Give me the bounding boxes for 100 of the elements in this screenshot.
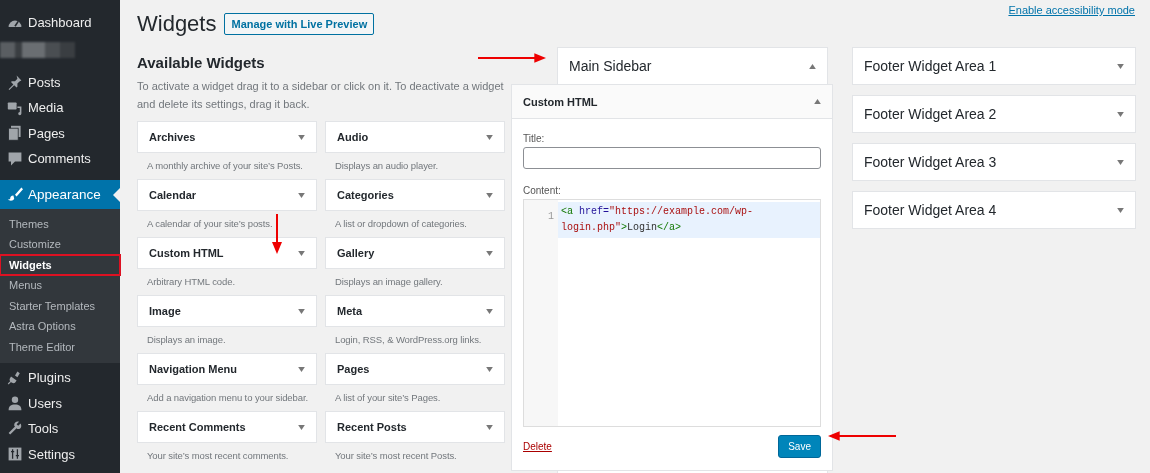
widget-description: A calendar of your site’s posts. [146, 217, 274, 229]
caret-icon[interactable] [814, 99, 821, 104]
widget-card[interactable]: Image [137, 295, 317, 327]
menu-item[interactable]: Pages [0, 120, 120, 146]
annotation-arrow [478, 53, 546, 63]
widget-area-title: Footer Widget Area 1 [864, 58, 997, 74]
wrench-icon [7, 420, 23, 437]
widget-card[interactable]: Custom HTML [137, 237, 317, 269]
menu-item[interactable]: Tools [0, 416, 120, 442]
menu-item[interactable]: Posts [0, 69, 120, 95]
field-label: Content: [523, 185, 562, 196]
caret-icon [298, 250, 305, 256]
widget-card[interactable]: Audio [325, 121, 505, 153]
widget-card[interactable]: Categories [325, 179, 505, 211]
code-editor[interactable]: 1 <a href="https://example.com/wp-login.php">Login</a> [523, 199, 821, 427]
widget-title: Meta [337, 305, 363, 317]
section-description: To activate a widget drag it to a sidebar or click on it. To deactivate a widget and delete its settings, drag it back. [137, 79, 505, 112]
menu-item[interactable]: Appearance [0, 179, 120, 209]
submenu-item[interactable]: Menus [0, 275, 120, 296]
widget-card[interactable]: Gallery [325, 237, 505, 269]
widget-title: Image [149, 305, 181, 317]
caret-icon [486, 134, 493, 140]
widget-card[interactable]: Recent Posts [325, 411, 505, 443]
caret-icon [486, 192, 493, 198]
widget-area-title: Footer Widget Area 2 [864, 106, 997, 122]
widget-card[interactable]: Navigation Menu [137, 353, 317, 385]
caret-icon [486, 366, 493, 372]
caret-icon [298, 424, 305, 430]
sidebar-title[interactable]: Main Sidebar [569, 58, 652, 74]
widget-area-panel[interactable]: Footer Widget Area 2 [852, 95, 1136, 133]
widget-description: A list of your site’s Pages. [334, 391, 442, 403]
submenu-item[interactable]: Astra Options [0, 316, 120, 337]
sliders-icon [7, 446, 23, 463]
menu-item[interactable]: Media [0, 95, 120, 121]
media-icon [7, 99, 23, 116]
accessibility-mode-link[interactable]: Enable accessibility mode [1008, 4, 1135, 16]
widget-title: Calendar [149, 189, 197, 201]
live-preview-button[interactable]: Manage with Live Preview [224, 13, 375, 35]
widget-title: Recent Posts [337, 421, 407, 433]
widget-card[interactable]: Recent Comments [137, 411, 317, 443]
widget-card[interactable]: Calendar [137, 179, 317, 211]
widget-card[interactable]: Archives [137, 121, 317, 153]
pages-icon [7, 125, 23, 142]
widget-description: Login, RSS, & WordPress.org links. [334, 333, 483, 345]
section-heading: Available Widgets [137, 54, 266, 71]
widget-card[interactable]: Meta [325, 295, 505, 327]
submenu-item[interactable]: Starter Templates [0, 295, 120, 316]
caret-icon[interactable] [809, 63, 816, 69]
delete-link[interactable]: Delete [523, 441, 552, 452]
submenu-item[interactable]: Widgets [0, 254, 120, 275]
widget-area-panel[interactable]: Footer Widget Area 1 [852, 47, 1136, 85]
widget-title: Gallery [337, 247, 375, 259]
speech-bubble-icon [7, 150, 23, 167]
user-icon [7, 395, 23, 412]
caret-icon [298, 192, 305, 198]
caret-icon [298, 134, 305, 140]
menu-item[interactable]: Plugins [0, 365, 120, 391]
annotation-arrow [828, 431, 896, 441]
menu-item[interactable]: Settings [0, 441, 120, 467]
widget-title: Custom HTML [149, 247, 224, 259]
page-title: Widgets [137, 11, 217, 37]
submenu-item[interactable]: Themes [0, 213, 120, 234]
widget-description: A list or dropdown of categories. [334, 217, 468, 229]
submenu-item[interactable]: Theme Editor [0, 336, 120, 357]
widget-description: A monthly archive of your site’s Posts. [146, 159, 304, 171]
widget-description: Your site’s most recent Posts. [334, 449, 458, 461]
caret-icon [298, 366, 305, 372]
annotation-arrow [272, 214, 282, 254]
widget-description: Displays an image. [146, 333, 227, 345]
widget-description: Your site’s most recent comments. [146, 449, 290, 461]
widget-area-title: Footer Widget Area 4 [864, 202, 997, 218]
widget-title: Recent Comments [149, 421, 246, 433]
paintbrush-icon [7, 186, 23, 202]
widget-title: Audio [337, 131, 369, 143]
widget-title: Navigation Menu [149, 363, 237, 375]
widget-description: Arbitrary HTML code. [146, 275, 236, 287]
caret-icon [486, 308, 493, 314]
caret-icon [486, 424, 493, 430]
pushpin-icon [7, 74, 23, 91]
widget-title: Pages [337, 363, 370, 375]
menu-item[interactable]: Users [0, 390, 120, 416]
widget-area-panel[interactable]: Footer Widget Area 3 [852, 143, 1136, 181]
save-button[interactable]: Save [778, 435, 821, 458]
plug-icon [7, 369, 23, 386]
widget-title[interactable]: Custom HTML [523, 95, 598, 108]
menu-item[interactable]: Dashboard [0, 10, 120, 36]
widget-area-panel[interactable]: Footer Widget Area 4 [852, 191, 1136, 229]
widget-area-title: Footer Widget Area 3 [864, 154, 997, 170]
widget-card[interactable]: Pages [325, 353, 505, 385]
caret-icon [298, 308, 305, 314]
line-number: 1 [548, 211, 554, 222]
menu-item[interactable]: Comments [0, 146, 120, 172]
widget-description: Displays an audio player. [334, 159, 440, 171]
submenu-item[interactable]: Customize [0, 234, 120, 255]
widget-description: Displays an image gallery. [334, 275, 444, 287]
field-label: Title: [523, 133, 546, 144]
widget-title: Categories [337, 189, 394, 201]
input-field[interactable] [523, 147, 821, 169]
widget-description: Add a navigation menu to your sidebar. [146, 391, 309, 403]
caret-icon [486, 250, 493, 256]
